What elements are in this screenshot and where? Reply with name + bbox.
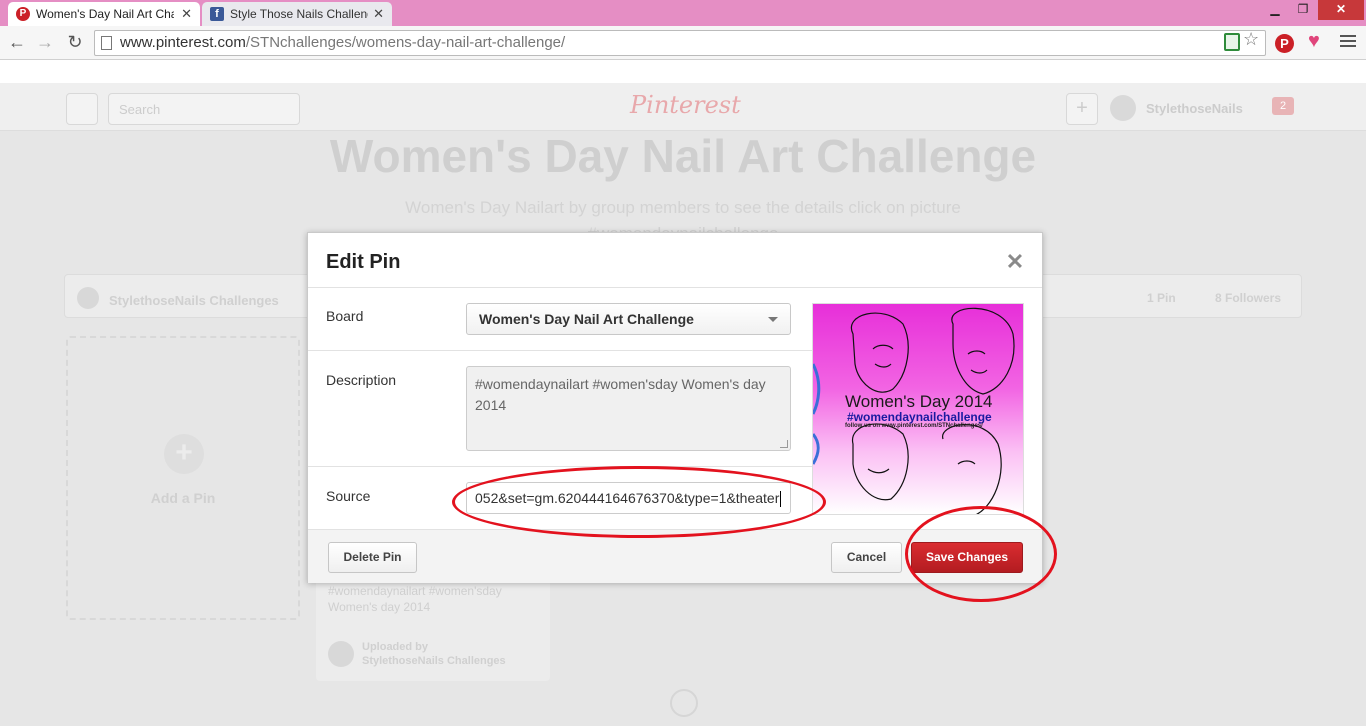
uploaded-by-label: Uploaded by [362,641,429,653]
menu-button[interactable] [66,93,98,125]
shield-extension-icon[interactable] [1224,33,1240,51]
url-text: www.pinterest.com/STNchallenges/womens-d… [120,34,566,51]
dialog-title: Edit Pin [326,251,401,273]
board-select[interactable]: Women's Day Nail Art Challenge [466,303,791,335]
facebook-icon: f [210,7,224,21]
heart-icon[interactable]: ♥ [1308,30,1320,53]
pinterest-logo[interactable]: Pinterest [630,91,741,119]
dialog-footer: Delete Pin Cancel Save Changes [308,529,1042,583]
page-icon [101,36,112,50]
description-value: #womendaynailart #women'sday Women's day… [475,376,766,413]
uploader-avatar [328,641,354,667]
pin-count[interactable]: 1 Pin [1147,291,1176,305]
uploader-name[interactable]: StylethoseNails Challenges [362,655,506,667]
search-input[interactable]: Search [108,93,300,125]
board-label: Board [326,308,364,324]
reload-icon[interactable]: ↻ [64,32,86,54]
preview-hashtag: #womendaynailchallenge [847,410,992,424]
preview-title: Women's Day 2014 [845,392,993,411]
preview-follow-text: follow us on www.pinterest.com/STNchalle… [845,423,983,429]
menu-icon[interactable] [1340,35,1356,49]
source-row: Source 052&set=gm.620444164676370&type=1… [308,467,812,529]
delete-pin-button[interactable]: Delete Pin [328,542,417,573]
browser-toolbar: ← → ↻ www.pinterest.com/STNchallenges/wo… [0,26,1366,60]
description-label: Description [326,372,397,388]
chevron-down-icon [768,317,778,322]
pin-preview-image: Women's Day 2014 #womendaynailchallenge … [812,303,1024,515]
plus-icon: + [164,434,204,474]
close-icon[interactable]: ✕ [373,2,384,26]
board-owner[interactable]: StylethoseNails Challenges [109,293,279,308]
source-value: 052&set=gm.620444164676370&type=1&theate… [475,490,780,506]
address-bar[interactable]: www.pinterest.com/STNchallenges/womens-d… [94,30,1266,56]
dialog-header: Edit Pin ✕ [308,233,1042,288]
edit-pin-dialog: Edit Pin ✕ Board Women's Day Nail Art Ch… [307,232,1043,583]
resize-grip-icon[interactable] [780,440,788,448]
description-row: Description #womendaynailart #women'sday… [308,351,812,467]
tab-title: Style Those Nails Challeng [230,7,368,21]
cancel-button[interactable]: Cancel [831,542,902,573]
board-row: Board Women's Day Nail Art Challenge [308,288,812,351]
board-select-value: Women's Day Nail Art Challenge [479,311,694,327]
pinterest-extension-icon[interactable]: P [1275,34,1294,53]
description-textarea[interactable]: #womendaynailart #women'sday Women's day… [466,366,791,451]
pin-card-description: #womendaynailart #women'sday Women's day… [328,584,502,614]
tab-title: Women's Day Nail Art Cha [36,7,174,21]
close-icon[interactable]: ✕ [181,2,192,26]
avatar[interactable] [1110,95,1136,121]
minimize-button[interactable]: ▁ [1262,0,1288,20]
username[interactable]: StylethoseNails [1146,101,1243,116]
close-icon[interactable]: ✕ [1004,251,1026,273]
add-pin-label: Add a Pin [150,490,216,506]
footer-pinterest-icon [670,689,698,717]
tab-pinterest[interactable]: P Women's Day Nail Art Cha ✕ [8,2,200,26]
source-label: Source [326,488,371,504]
top-strip [0,61,1366,83]
add-pin-tile[interactable]: + Add a Pin [66,336,300,620]
source-input[interactable]: 052&set=gm.620444164676370&type=1&theate… [466,482,791,514]
notification-badge[interactable]: 2 [1272,97,1294,115]
board-title: Women's Day Nail Art Challenge [329,130,1037,182]
tab-facebook[interactable]: f Style Those Nails Challeng ✕ [202,2,392,26]
pinterest-icon: P [16,7,30,21]
restore-button[interactable]: ❐ [1290,0,1316,20]
star-icon[interactable]: ☆ [1243,29,1259,50]
followers-count[interactable]: 8 Followers [1215,291,1281,305]
owner-avatar[interactable] [77,287,99,309]
window-close-button[interactable]: ✕ [1318,0,1364,20]
text-cursor [780,491,782,508]
add-button[interactable]: + [1066,93,1098,125]
forward-arrow-icon[interactable]: → [34,32,56,54]
browser-titlebar: P Women's Day Nail Art Cha ✕ f Style Tho… [0,0,1366,26]
save-changes-button[interactable]: Save Changes [911,542,1023,573]
back-arrow-icon[interactable]: ← [6,32,28,54]
